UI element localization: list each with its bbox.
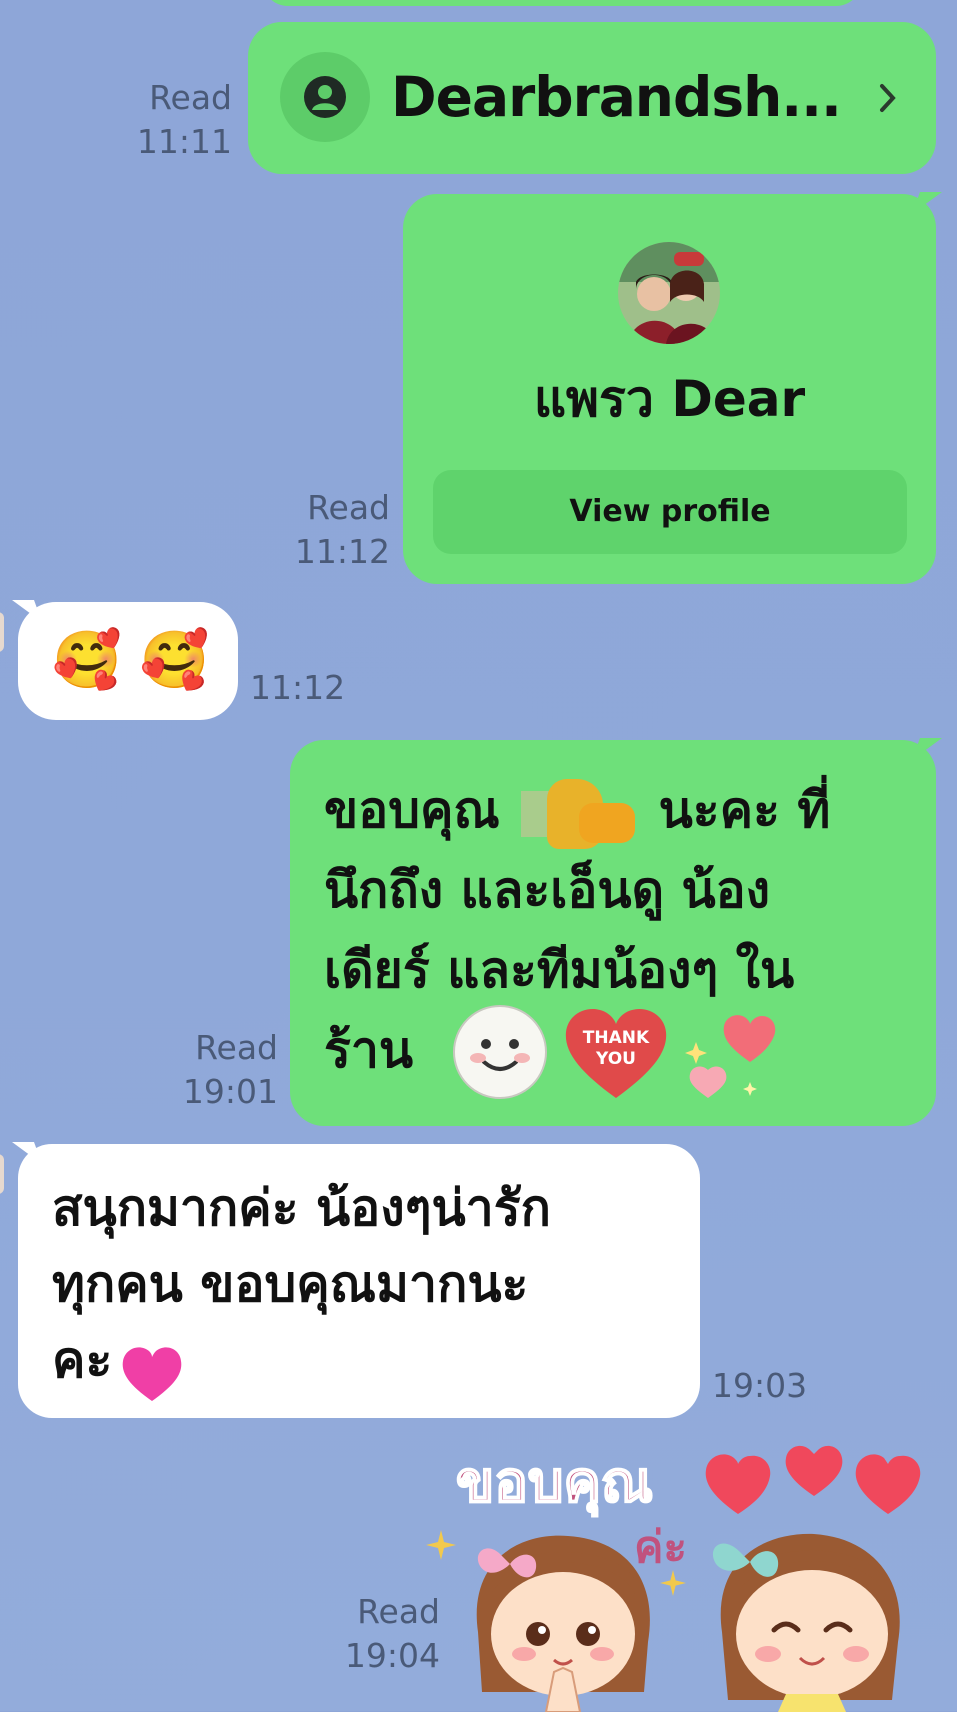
sender-avatar-edge xyxy=(0,612,4,652)
sender-avatar-edge xyxy=(0,1154,4,1194)
hearts-icon xyxy=(705,1445,921,1514)
profile-photo-icon xyxy=(618,242,720,344)
bubble-tail xyxy=(12,600,42,622)
read-label: Read xyxy=(195,1028,278,1067)
message-time: 19:03 xyxy=(712,1366,808,1405)
thank-you-heart-sticker: THANK YOU xyxy=(560,1002,672,1102)
girl-smiling-sticker-icon xyxy=(712,1533,900,1712)
message-time: 19:01 xyxy=(182,1072,278,1111)
bubble-tail xyxy=(912,738,942,760)
profile-card-bubble[interactable]: แพรว Dear View profile xyxy=(403,192,942,584)
read-receipt-4: Read 19:04 xyxy=(300,1590,440,1678)
view-profile-label: View profile xyxy=(569,494,771,529)
read-label: Read xyxy=(149,78,232,117)
pink-heart-icon xyxy=(123,1346,182,1401)
link-card-bubble[interactable]: Dearbrandsh... xyxy=(248,22,936,174)
girl-praying-sticker-icon xyxy=(476,1535,650,1712)
account-circle xyxy=(280,52,370,142)
bubble-tail xyxy=(12,1142,42,1164)
thank-you-girls-sticker[interactable]: ขอบคุณ ค่ะ xyxy=(426,1440,940,1712)
sparkle-icon xyxy=(426,1530,456,1560)
message-line-3: เดียร์ และทีมน้องๆ ใน xyxy=(324,941,795,999)
message-time: 11:12 xyxy=(250,668,346,707)
message-line-2: นึกถึง และเอ็นดู น้อง xyxy=(324,861,771,919)
view-profile-button[interactable]: View profile xyxy=(433,470,907,554)
read-label: Read xyxy=(307,488,390,527)
message-time: 11:12 xyxy=(294,532,390,571)
link-card-title: Dearbrandsh... xyxy=(391,65,842,129)
sticker-text: THANK YOU xyxy=(582,1028,650,1069)
previous-message-bubble xyxy=(262,0,862,6)
sparkling-hearts-icon xyxy=(685,1015,776,1098)
emoji-message-bubble[interactable]: 🥰 🥰 xyxy=(12,600,238,720)
smile-sticker-icon xyxy=(453,1005,547,1099)
message-time: 11:11 xyxy=(136,122,232,161)
message-time: 19:04 xyxy=(344,1636,440,1675)
message-line-4: ร้าน xyxy=(324,1021,414,1079)
profile-avatar[interactable] xyxy=(618,242,720,344)
reply-message-bubble[interactable]: สนุกมากค่ะ น้องๆน่ารัก ทุกคน ขอบคุณมากนะ… xyxy=(12,1142,700,1418)
profile-name: แพรว Dear xyxy=(533,370,806,428)
sticker-text-top: ขอบคุณ xyxy=(455,1449,654,1516)
emoji-content: 🥰 🥰 xyxy=(52,628,210,693)
thanks-message-bubble[interactable]: ขอบคุณ นะคะ ที่ นึกถึง และเอ็นดู น้อง เด… xyxy=(290,738,942,1126)
message-text: ขอบคุณ xyxy=(324,781,500,839)
reply-line-2: ทุกคน ขอบคุณมากนะ xyxy=(52,1255,529,1313)
reply-line-3: คะ xyxy=(52,1322,185,1403)
read-receipt-1: Read 11:11 xyxy=(120,76,232,164)
censored-name-blur xyxy=(517,778,641,849)
read-receipt-2: Read 11:12 xyxy=(270,486,390,574)
message-text-end: นะคะ ที่ xyxy=(658,781,831,839)
user-icon xyxy=(304,76,346,118)
sparkle-icon xyxy=(660,1570,686,1596)
reply-line-1: สนุกมากค่ะ น้องๆน่ารัก xyxy=(52,1179,551,1237)
read-label: Read xyxy=(357,1592,440,1631)
bubble-tail xyxy=(912,192,942,214)
read-receipt-3: Read 19:01 xyxy=(160,1026,278,1114)
chevron-right-icon xyxy=(876,78,900,118)
reply-line-3-text: คะ xyxy=(52,1331,113,1389)
message-line-1: ขอบคุณ นะคะ ที่ xyxy=(324,770,830,850)
